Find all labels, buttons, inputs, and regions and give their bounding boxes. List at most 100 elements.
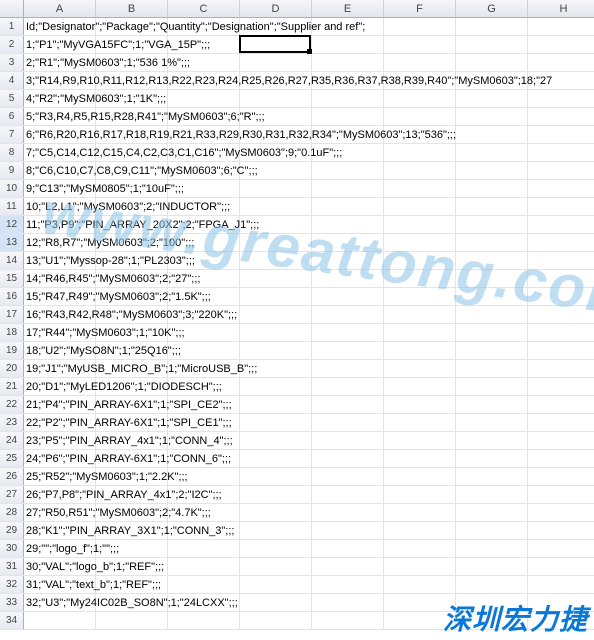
cell[interactable] xyxy=(24,558,96,576)
cell[interactable] xyxy=(96,270,168,288)
cell[interactable] xyxy=(528,306,594,324)
row-header[interactable]: 24 xyxy=(0,432,24,449)
cell[interactable] xyxy=(384,144,456,162)
cell[interactable] xyxy=(240,504,312,522)
cell[interactable] xyxy=(312,72,384,90)
cells[interactable]: 5;"R3,R4,R5,R15,R28,R41";"MySM0603";6;"R… xyxy=(24,108,594,125)
cell[interactable] xyxy=(24,594,96,612)
cell[interactable] xyxy=(456,72,528,90)
cell[interactable] xyxy=(528,72,594,90)
cell[interactable] xyxy=(240,180,312,198)
cell[interactable] xyxy=(96,126,168,144)
cells[interactable]: 24;"P6";"PIN_ARRAY-6X1";1;"CONN_6";;; xyxy=(24,450,594,467)
row-header[interactable]: 28 xyxy=(0,504,24,521)
cells[interactable]: 3;"R14,R9,R10,R11,R12,R13,R22,R23,R24,R2… xyxy=(24,72,594,89)
cell[interactable] xyxy=(96,522,168,540)
cell[interactable] xyxy=(168,18,240,36)
cell[interactable] xyxy=(240,468,312,486)
cell[interactable] xyxy=(168,594,240,612)
cell[interactable] xyxy=(240,576,312,594)
row-header[interactable]: 9 xyxy=(0,162,24,179)
cells[interactable]: 30;"VAL";"logo_b";1;"REF";;; xyxy=(24,558,594,575)
cell[interactable] xyxy=(528,288,594,306)
cells[interactable]: 14;"R46,R45";"MySM0603";2;"27";;; xyxy=(24,270,594,287)
cell[interactable] xyxy=(240,306,312,324)
cell[interactable] xyxy=(384,450,456,468)
cells[interactable]: 16;"R43,R42,R48";"MySM0603";3;"220K";;; xyxy=(24,306,594,323)
cell[interactable] xyxy=(456,504,528,522)
row-header[interactable]: 31 xyxy=(0,558,24,575)
cell[interactable] xyxy=(528,432,594,450)
cell[interactable] xyxy=(528,252,594,270)
cell[interactable] xyxy=(96,540,168,558)
cell[interactable] xyxy=(384,576,456,594)
cell[interactable] xyxy=(456,342,528,360)
cell[interactable] xyxy=(312,396,384,414)
cells[interactable]: 29;"";"logo_f";1;"";;; xyxy=(24,540,594,557)
cell[interactable] xyxy=(96,288,168,306)
cell[interactable] xyxy=(168,108,240,126)
cell[interactable] xyxy=(96,396,168,414)
cell[interactable] xyxy=(528,396,594,414)
row-header[interactable]: 25 xyxy=(0,450,24,467)
cell[interactable] xyxy=(312,432,384,450)
cell[interactable] xyxy=(312,342,384,360)
cell[interactable] xyxy=(96,450,168,468)
cell[interactable] xyxy=(240,252,312,270)
cell[interactable] xyxy=(96,414,168,432)
cell[interactable] xyxy=(384,540,456,558)
row-header[interactable]: 6 xyxy=(0,108,24,125)
cell[interactable] xyxy=(168,162,240,180)
cells[interactable]: 20;"D1";"MyLED1206";1;"DIODESCH";;; xyxy=(24,378,594,395)
cell[interactable] xyxy=(168,288,240,306)
cell[interactable] xyxy=(96,324,168,342)
cell[interactable] xyxy=(240,486,312,504)
cells[interactable]: 25;"R52";"MySM0603";1;"2.2K";;; xyxy=(24,468,594,485)
cell[interactable] xyxy=(24,162,96,180)
row-header[interactable]: 23 xyxy=(0,414,24,431)
cell[interactable] xyxy=(528,504,594,522)
cell[interactable] xyxy=(240,90,312,108)
cell[interactable] xyxy=(528,54,594,72)
cell[interactable] xyxy=(168,324,240,342)
row-header[interactable]: 3 xyxy=(0,54,24,71)
cell[interactable] xyxy=(384,90,456,108)
cell[interactable] xyxy=(24,468,96,486)
cell[interactable] xyxy=(384,378,456,396)
cell[interactable] xyxy=(96,252,168,270)
cell[interactable] xyxy=(384,342,456,360)
cell[interactable] xyxy=(168,360,240,378)
cell[interactable] xyxy=(456,396,528,414)
cell[interactable] xyxy=(312,414,384,432)
row-header[interactable]: 26 xyxy=(0,468,24,485)
cell[interactable] xyxy=(312,558,384,576)
cell[interactable] xyxy=(96,36,168,54)
cell[interactable] xyxy=(456,558,528,576)
cell[interactable] xyxy=(456,90,528,108)
cell[interactable] xyxy=(240,540,312,558)
cells[interactable]: 1;"P1";"MyVGA15FC";1;"VGA_15P";;; xyxy=(24,36,594,53)
row-header[interactable]: 34 xyxy=(0,612,24,629)
cell[interactable] xyxy=(312,522,384,540)
cell[interactable] xyxy=(24,36,96,54)
cells[interactable]: 28;"K1";"PIN_ARRAY_3X1";1;"CONN_3";;; xyxy=(24,522,594,539)
cell[interactable] xyxy=(24,342,96,360)
cell[interactable] xyxy=(24,198,96,216)
cell[interactable] xyxy=(312,36,384,54)
cell[interactable] xyxy=(168,414,240,432)
cells[interactable]: 12;"R8,R7";"MySM0603";2;"100";;; xyxy=(24,234,594,251)
cell[interactable] xyxy=(312,378,384,396)
cell[interactable] xyxy=(168,126,240,144)
cell[interactable] xyxy=(384,54,456,72)
cell[interactable] xyxy=(312,234,384,252)
cell[interactable] xyxy=(24,216,96,234)
col-header-F[interactable]: F xyxy=(384,0,456,17)
cell[interactable] xyxy=(24,396,96,414)
cell[interactable] xyxy=(456,576,528,594)
cell[interactable] xyxy=(528,540,594,558)
cell[interactable] xyxy=(456,288,528,306)
cell[interactable] xyxy=(456,378,528,396)
cell[interactable] xyxy=(240,270,312,288)
cell[interactable] xyxy=(384,180,456,198)
cell[interactable] xyxy=(24,612,96,630)
